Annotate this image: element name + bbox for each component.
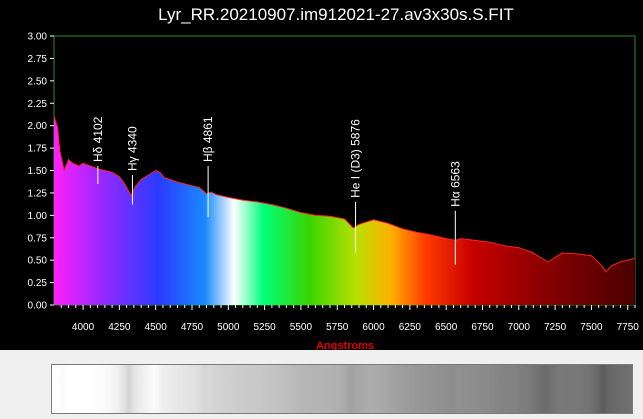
x-tick-label: 5000 (217, 322, 240, 333)
x-tick-label: 4250 (108, 322, 131, 333)
x-tick-label: 7250 (544, 322, 567, 333)
x-tick-label: 4000 (72, 322, 95, 333)
x-tick-label: 6000 (362, 322, 385, 333)
x-tick-label: 6750 (471, 322, 494, 333)
x-tick-label: 5250 (253, 322, 276, 333)
spectrum-chart: Lyr_RR.20210907.im912021-27.av3x30s.S.FI… (0, 0, 643, 352)
x-tick-label: 6250 (399, 322, 422, 333)
x-tick-label: 4750 (181, 322, 204, 333)
y-tick-label: 1.50 (28, 166, 48, 177)
y-tick-label: 0.50 (28, 256, 48, 267)
y-tick-label: 1.00 (28, 211, 48, 222)
y-tick-label: 1.75 (28, 144, 48, 155)
x-tick-label: 5500 (290, 322, 313, 333)
annotation-label: Hγ 4340 (125, 126, 139, 171)
y-tick-label: 2.00 (28, 121, 48, 132)
y-tick-label: 3.00 (28, 32, 48, 43)
y-tick-label: 1.25 (28, 188, 48, 199)
x-axis-label: Angstroms (316, 340, 374, 350)
annotation-label: Hβ 4861 (201, 116, 215, 162)
x-tick-label: 4500 (145, 322, 168, 333)
x-tick-label: 7000 (508, 322, 531, 333)
x-tick-label: 7500 (580, 322, 603, 333)
spectrum-strip-image (51, 364, 633, 414)
y-tick-label: 0.75 (28, 233, 48, 244)
y-tick-label: 2.75 (28, 54, 48, 65)
spectrum-area (54, 116, 635, 305)
y-tick-label: 0.25 (28, 278, 48, 289)
x-tick-label: 7750 (617, 322, 640, 333)
spectrum-plot: Lyr_RR.20210907.im912021-27.av3x30s.S.FI… (28, 5, 640, 352)
chart-title: Lyr_RR.20210907.im912021-27.av3x30s.S.FI… (158, 5, 514, 24)
y-tick-label: 0.00 (28, 301, 48, 312)
annotation-label: Hα 6563 (448, 161, 462, 207)
y-tick-label: 2.25 (28, 99, 48, 110)
y-tick-label: 2.50 (28, 76, 48, 87)
annotation-label: Hδ 4102 (91, 116, 105, 162)
annotation-label: He I (D3) 5876 (349, 119, 363, 198)
x-tick-label: 6500 (435, 322, 458, 333)
x-tick-label: 5750 (326, 322, 349, 333)
